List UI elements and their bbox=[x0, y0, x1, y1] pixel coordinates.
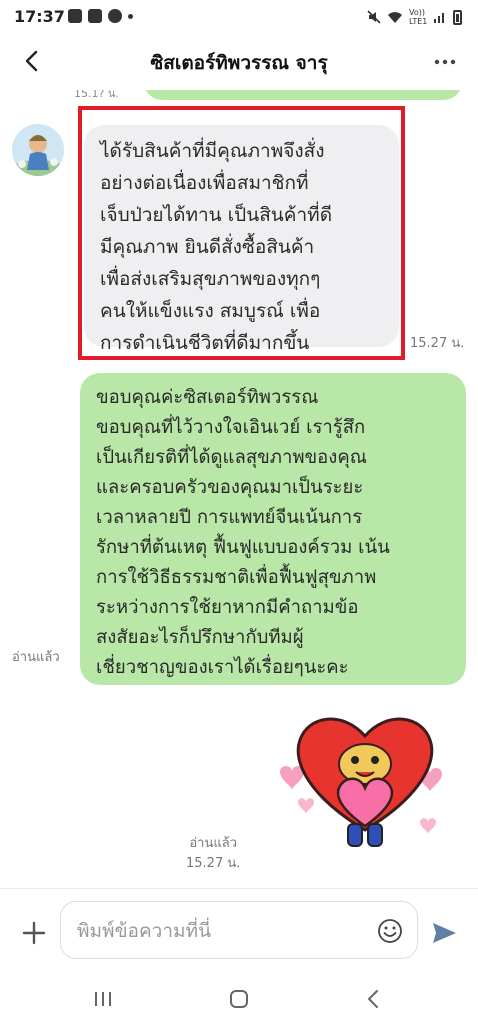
contact-avatar[interactable] bbox=[12, 124, 64, 176]
status-bar: 17:37 Vo)) LTE1 bbox=[0, 0, 478, 34]
signal-icon bbox=[434, 13, 444, 23]
more-options-button[interactable] bbox=[430, 48, 460, 76]
chat-title: ซิสเตอร์ทิพวรรณ จารุ bbox=[150, 52, 328, 74]
incoming-message-time: 15.27 น. bbox=[410, 336, 465, 351]
chat-messages-area[interactable]: 15.1? น. ได้รับสินค้าที่มีคุณภาพจึงสั่ง … bbox=[0, 90, 478, 888]
smiley-icon bbox=[378, 919, 402, 943]
more-horizontal-icon bbox=[434, 59, 456, 65]
battery-icon bbox=[453, 9, 462, 25]
add-attachment-button[interactable] bbox=[20, 919, 48, 947]
sticker-time: 15.27 น. bbox=[186, 856, 241, 871]
more-notifications-dot-icon bbox=[128, 13, 133, 19]
mute-icon bbox=[367, 10, 381, 24]
line-app-icon bbox=[108, 9, 122, 23]
wifi-icon bbox=[388, 12, 402, 23]
line-notification-icon bbox=[68, 9, 82, 23]
status-time: 17:37 bbox=[14, 7, 65, 26]
home-button[interactable] bbox=[226, 986, 252, 1012]
outgoing-read-status: อ่านแล้ว bbox=[12, 650, 60, 665]
status-notification-icons bbox=[68, 9, 133, 23]
outgoing-message-bubble[interactable]: ขอบคุณค่ะซิสเตอร์ทิพวรรณ ขอบคุณที่ไว้วาง… bbox=[80, 373, 466, 685]
avatar-image bbox=[12, 124, 64, 176]
sticker-status: อ่านแล้ว 15.27 น. bbox=[186, 834, 240, 874]
emoji-button[interactable] bbox=[377, 918, 403, 944]
message-input-container[interactable] bbox=[60, 901, 418, 959]
send-icon bbox=[433, 923, 456, 943]
heart-character-sticker-icon bbox=[280, 717, 442, 847]
home-icon bbox=[230, 990, 248, 1008]
network-label: Vo)) LTE1 bbox=[409, 8, 428, 26]
incoming-message-text: ได้รับสินค้าที่มีคุณภาพจึงสั่ง อย่างต่อเ… bbox=[100, 140, 333, 354]
recent-apps-button[interactable] bbox=[90, 986, 116, 1012]
message-input-bar bbox=[0, 888, 478, 973]
system-navigation-bar bbox=[0, 972, 478, 1024]
back-button[interactable] bbox=[16, 46, 46, 76]
recent-apps-icon bbox=[95, 992, 111, 1006]
plus-icon bbox=[22, 921, 46, 945]
message-input[interactable] bbox=[75, 916, 369, 946]
incoming-message-bubble[interactable]: ได้รับสินค้าที่มีคุณภาพจึงสั่ง อย่างต่อเ… bbox=[84, 125, 399, 354]
sticker-read-status: อ่านแล้ว bbox=[189, 836, 237, 851]
gallery-notification-icon bbox=[88, 9, 102, 23]
sticker-message[interactable] bbox=[270, 702, 460, 872]
status-system-icons: Vo)) LTE1 bbox=[367, 8, 462, 26]
chevron-left-icon bbox=[25, 50, 38, 72]
chat-header: ซิสเตอร์ทิพวรรณ จารุ bbox=[0, 34, 478, 90]
nav-back-icon bbox=[368, 990, 378, 1008]
nav-back-button[interactable] bbox=[360, 986, 386, 1012]
send-button[interactable] bbox=[430, 919, 458, 947]
previous-outgoing-bubble bbox=[144, 90, 462, 100]
outgoing-message-text: ขอบคุณค่ะซิสเตอร์ทิพวรรณ ขอบคุณที่ไว้วาง… bbox=[96, 387, 390, 678]
previous-message-time: 15.1? น. bbox=[74, 90, 119, 100]
